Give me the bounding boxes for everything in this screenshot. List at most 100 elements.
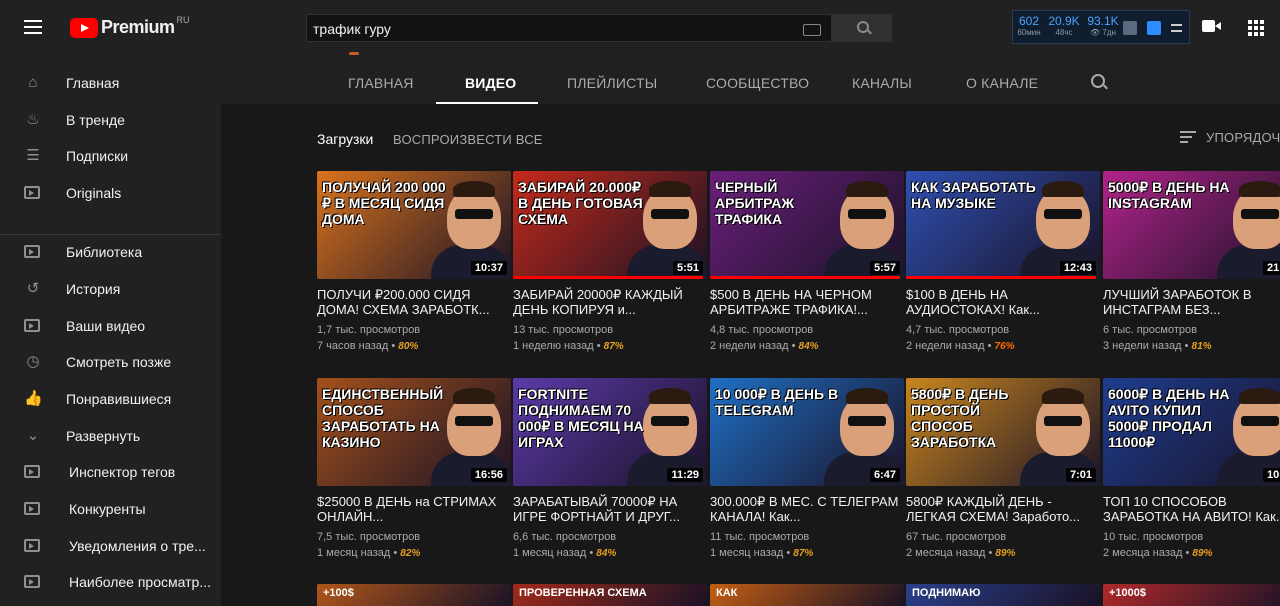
sidebar-item-your-videos[interactable]: Ваши видео (0, 308, 221, 344)
sidebar-item-label: В тренде (66, 112, 125, 128)
tab-about[interactable]: О КАНАЛЕ (966, 75, 1038, 91)
video-age: 1 месяц назад • 82% (317, 547, 420, 559)
active-tab-indicator (436, 102, 538, 104)
video-thumbnail[interactable]: 6000₽ В ДЕНЬ НА AVITO КУПИЛ 5000₽ ПРОДАЛ… (1103, 378, 1280, 486)
channel-tabs: ГЛАВНАЯ ВИДЕО ПЛЕЙЛИСТЫ СООБЩЕСТВО КАНАЛ… (221, 56, 1280, 104)
video-thumbnail-partial[interactable]: +1000$ (1103, 584, 1280, 606)
video-thumbnail-partial[interactable]: КАК (710, 584, 904, 606)
sidebar-item-label: Развернуть (66, 428, 141, 444)
sidebar: ⌂ Главная ♨ В тренде ☰ Подписки Original… (0, 56, 221, 606)
vph-percent: 87% (793, 548, 814, 559)
sidebar-item-library[interactable]: Библиотека (0, 234, 221, 270)
tab-playlists[interactable]: ПЛЕЙЛИСТЫ (567, 75, 657, 91)
search-box (306, 14, 832, 42)
video-age: 3 недели назад • 81% (1103, 340, 1212, 352)
sidebar-item-home[interactable]: ⌂ Главная (0, 65, 221, 101)
sidebar-item-trend-alerts[interactable]: Уведомления о тре... (0, 528, 221, 564)
region-code: RU (176, 14, 190, 25)
keyboard-icon[interactable] (803, 24, 821, 36)
video-title[interactable]: ПОЛУЧИ ₽200.000 СИДЯ ДОМА! СХЕМА ЗАРАБОТ… (317, 287, 507, 317)
fire-icon: ♨ (26, 111, 40, 128)
thumbnail-text: FORTNITE ПОДНИМАЕМ 70 000₽ В МЕСЯЦ НА ИГ… (518, 386, 644, 450)
video-duration: 5:51 (672, 261, 703, 275)
sidebar-item-liked[interactable]: 👍 Понравившиеся (0, 381, 221, 417)
video-title[interactable]: 300.000₽ В МЕС. С ТЕЛЕГРАМ КАНАЛА! Как..… (710, 494, 900, 524)
tab-home[interactable]: ГЛАВНАЯ (348, 75, 414, 91)
search-input[interactable] (311, 19, 795, 39)
stat-48h: 20.9K 48чс (1047, 14, 1081, 37)
video-title[interactable]: $500 В ДЕНЬ НА ЧЕРНОМ АРБИТРАЖЕ ТРАФИКА!… (710, 287, 900, 317)
sidebar-item-label: Подписки (66, 148, 129, 164)
sidebar-item-competitors[interactable]: Конкуренты (0, 491, 221, 527)
video-title[interactable]: ЛУЧШИЙ ЗАРАБОТОК В ИНСТАГРАМ БЕЗ... (1103, 287, 1280, 317)
video-age-text: 2 недели назад • (906, 340, 995, 352)
tab-channels[interactable]: КАНАЛЫ (852, 75, 912, 91)
sidebar-item-expand[interactable]: ⌄ Развернуть (0, 418, 221, 454)
tab-community[interactable]: СООБЩЕСТВО (706, 75, 809, 91)
video-thumbnail[interactable]: ЧЕРНЫЙ АРБИТРАЖ ТРАФИКА 5:57 (710, 171, 904, 279)
video-thumbnail-partial[interactable]: ПРОВЕРЕННАЯ СХЕМА (513, 584, 707, 606)
vph-percent: 82% (400, 548, 421, 559)
video-age-text: 1 неделю назад • (513, 340, 604, 352)
sort-button[interactable]: УПОРЯДОЧИ (1206, 130, 1280, 145)
video-title[interactable]: ЗАБИРАЙ 20000₽ КАЖДЫЙ ДЕНЬ КОПИРУЯ и... (513, 287, 703, 317)
thumbnail-face (1036, 388, 1090, 456)
video-thumbnail-partial[interactable]: +100$ (317, 584, 511, 606)
video-age: 7 часов назад • 80% (317, 340, 418, 352)
sidebar-item-subscriptions[interactable]: ☰ Подписки (0, 138, 221, 174)
video-title[interactable]: ТОП 10 СПОСОБОВ ЗАРАБОТКА НА АВИТО! Как.… (1103, 494, 1280, 524)
play-all-button[interactable]: ВОСПРОИЗВЕСТИ ВСЕ (393, 132, 543, 147)
uploads-heading: Загрузки (317, 131, 374, 147)
video-thumbnail[interactable]: ПОЛУЧАЙ 200 000 ₽ В МЕСЯЦ СИДЯ ДОМА 10:37 (317, 171, 511, 279)
video-thumbnail[interactable]: FORTNITE ПОДНИМАЕМ 70 000₽ В МЕСЯЦ НА ИГ… (513, 378, 707, 486)
menu-icon[interactable] (24, 20, 42, 34)
apps-icon[interactable] (1248, 20, 1264, 36)
video-age-text: 2 месяца назад • (906, 547, 996, 559)
video-thumbnail[interactable]: КАК ЗАРАБОТАТЬ НА МУЗЫКЕ 12:43 (906, 171, 1100, 279)
video-title[interactable]: 5800₽ КАЖДЫЙ ДЕНЬ - ЛЕГКАЯ СХЕМА! Зарабо… (906, 494, 1096, 524)
channel-search-icon[interactable] (1091, 74, 1105, 88)
vidiq-play-icon[interactable] (1147, 21, 1161, 35)
sidebar-item-most-viewed[interactable]: Наиболее просматр... (0, 564, 221, 600)
library-icon (24, 244, 42, 260)
sidebar-item-label: Наиболее просматр... (69, 574, 211, 590)
youtube-premium-logo[interactable]: Premium RU (70, 14, 190, 38)
video-title[interactable]: $100 В ДЕНЬ НА АУДИОСТОКАХ! Как... (906, 287, 1096, 317)
sidebar-item-trending[interactable]: ♨ В тренде (0, 102, 221, 138)
video-title[interactable]: $25000 В ДЕНЬ на СТРИМАХ ОНЛАЙН... (317, 494, 507, 524)
tab-videos[interactable]: ВИДЕО (465, 75, 516, 91)
list-icon[interactable] (1171, 24, 1182, 32)
clock-icon: ◷ (26, 353, 40, 370)
video-age: 2 месяца назад • 89% (1103, 547, 1212, 559)
create-video-icon[interactable] (1202, 20, 1221, 32)
video-age-text: 2 недели назад • (710, 340, 799, 352)
sidebar-item-tag-inspector[interactable]: Инспектор тегов (0, 454, 221, 490)
vph-percent: 89% (1192, 548, 1213, 559)
sidebar-item-watch-later[interactable]: ◷ Смотреть позже (0, 344, 221, 380)
home-icon: ⌂ (28, 74, 38, 91)
your-videos-icon (24, 318, 42, 334)
playlist-icon (24, 574, 42, 590)
sidebar-item-label: История (66, 281, 121, 297)
sidebar-item-originals[interactable]: Originals (0, 175, 221, 211)
sidebar-item-label: Главная (66, 75, 120, 91)
playlist-icon (24, 538, 42, 554)
video-thumbnail-partial[interactable]: ПОДНИМАЮ (906, 584, 1100, 606)
sidebar-item-history[interactable]: ↺ История (0, 271, 221, 307)
search-button[interactable] (832, 14, 892, 42)
bar-chart-icon[interactable] (1123, 21, 1137, 35)
video-thumbnail[interactable]: 10 000₽ В ДЕНЬ В TELEGRAM 6:47 (710, 378, 904, 486)
originals-icon (24, 185, 42, 201)
video-views: 6,6 тыс. просмотров (513, 531, 617, 543)
watch-progress-bar (513, 276, 704, 279)
video-thumbnail[interactable]: ЗАБИРАЙ 20.000₽ В ДЕНЬ ГОТОВАЯ СХЕМА 5:51 (513, 171, 707, 279)
video-thumbnail[interactable]: 5800₽ В ДЕНЬ ПРОСТОЙ СПОСОБ ЗАРАБОТКА 7:0… (906, 378, 1100, 486)
thumbnail-text: КАК ЗАРАБОТАТЬ НА МУЗЫКЕ (911, 179, 1036, 211)
video-title[interactable]: ЗАРАБАТЫВАЙ 70000₽ НА ИГРЕ ФОРТНАЙТ И ДР… (513, 494, 703, 524)
sort-icon[interactable] (1180, 131, 1196, 146)
video-thumbnail[interactable]: 5000₽ В ДЕНЬ НА INSTAGRAM 21:4 (1103, 171, 1280, 279)
video-age: 1 месяц назад • 84% (513, 547, 616, 559)
sidebar-item-label: Уведомления о тре... (69, 538, 206, 554)
thumbnail-text: ЧЕРНЫЙ АРБИТРАЖ ТРАФИКА (715, 179, 794, 227)
video-thumbnail[interactable]: ЕДИНСТВЕННЫЙ СПОСОБ ЗАРАБОТАТЬ НА КАЗИНО… (317, 378, 511, 486)
